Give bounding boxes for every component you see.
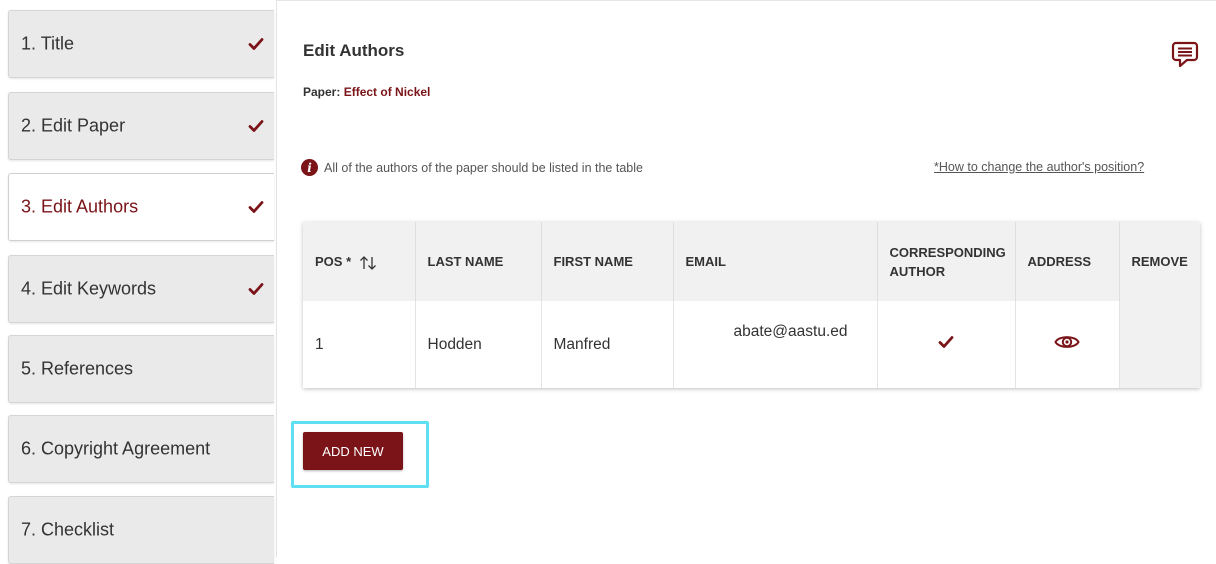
author-position-help-link[interactable]: *How to change the author's position? — [934, 160, 1144, 174]
table-row[interactable]: 1 Hodden Manfred abate@aastu.ed — [303, 301, 1200, 388]
step-title[interactable]: 1. Title — [8, 10, 274, 78]
paper-name: Effect of Nickel — [343, 85, 431, 99]
header-pos-label: POS * — [315, 254, 352, 269]
step-label: 3. Edit Authors — [21, 196, 139, 217]
check-icon — [938, 336, 954, 348]
step-edit-authors[interactable]: 3. Edit Authors — [8, 173, 274, 241]
cell-corresponding-author — [877, 301, 1016, 388]
step-label: 7. Checklist — [21, 519, 115, 540]
check-icon — [248, 283, 264, 295]
step-label: 2. Edit Paper — [21, 115, 126, 136]
cell-pos: 1 — [303, 301, 416, 388]
step-copyright-agreement[interactable]: 6. Copyright Agreement — [8, 415, 274, 483]
header-pos[interactable]: POS * — [303, 222, 416, 301]
page-title: Edit Authors — [303, 41, 405, 60]
check-icon — [248, 38, 264, 50]
cell-last-name: Hodden — [415, 301, 542, 388]
paper-label: Paper: — [303, 85, 341, 99]
step-references[interactable]: 5. References — [8, 335, 274, 403]
step-label: 5. References — [21, 358, 134, 379]
header-email: EMAIL — [673, 222, 878, 301]
cell-remove — [1119, 301, 1200, 388]
header-corresponding-author: CORRESPONDING AUTHOR — [877, 222, 1016, 301]
authors-table: POS * LAST NAME FIRST NAME EMAIL CORRESP… — [303, 222, 1200, 388]
header-last-name: LAST NAME — [415, 222, 542, 301]
add-new-author-button[interactable]: ADD NEW — [303, 432, 403, 470]
table-header-row: POS * LAST NAME FIRST NAME EMAIL CORRESP… — [303, 222, 1200, 301]
step-label: 1. Title — [21, 33, 75, 54]
paper-info: Paper: Effect of Nickel — [303, 85, 430, 99]
eye-icon[interactable] — [1054, 332, 1080, 352]
step-edit-keywords[interactable]: 4. Edit Keywords — [8, 255, 274, 323]
header-address: ADDRESS — [1015, 222, 1120, 301]
sort-icon[interactable] — [359, 255, 377, 271]
info-icon: i — [301, 159, 318, 176]
cell-email: abate@aastu.ed — [673, 301, 878, 388]
cell-address — [1015, 301, 1120, 388]
info-message: i All of the authors of the paper should… — [301, 159, 643, 176]
comment-icon[interactable] — [1170, 39, 1200, 69]
header-first-name: FIRST NAME — [541, 222, 674, 301]
cell-first-name: Manfred — [541, 301, 674, 388]
step-checklist[interactable]: 7. Checklist — [8, 496, 274, 564]
check-icon — [248, 120, 264, 132]
header-remove: REMOVE — [1131, 254, 1188, 269]
info-text: All of the authors of the paper should b… — [324, 160, 643, 175]
main-content: Edit Authors Paper: Effect of Nickel i A… — [277, 0, 1216, 557]
step-label: 4. Edit Keywords — [21, 278, 157, 299]
step-edit-paper[interactable]: 2. Edit Paper — [8, 92, 274, 160]
check-icon — [248, 201, 264, 213]
step-label: 6. Copyright Agreement — [21, 438, 211, 459]
steps-sidebar: 1. Title 2. Edit Paper 3. Edit Authors 4… — [0, 0, 277, 564]
